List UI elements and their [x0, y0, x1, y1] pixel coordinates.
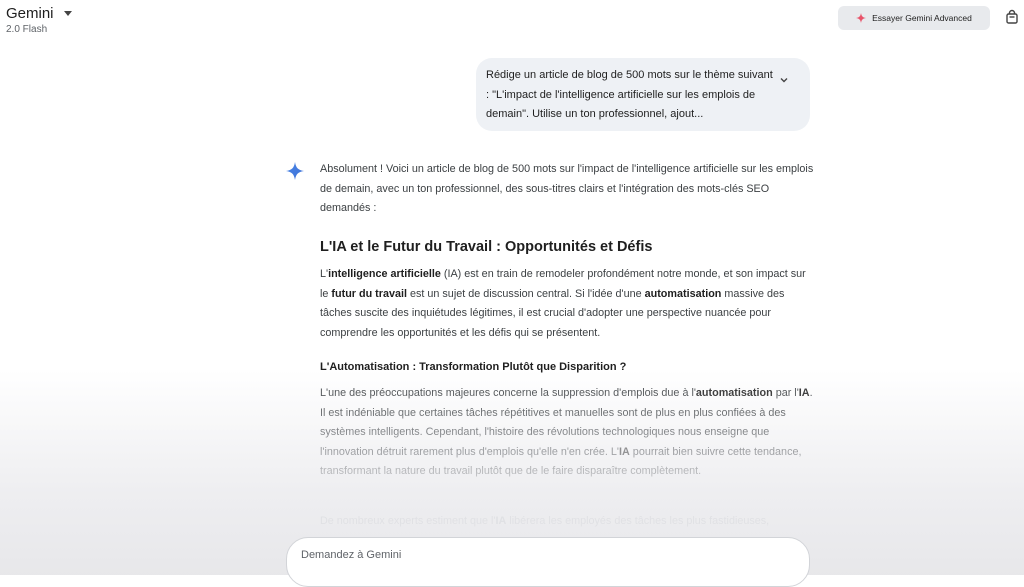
- p2-bold: automatisation: [695, 387, 773, 399]
- paragraph-1: L'intelligence artificielle (IA) est en …: [320, 265, 815, 343]
- p1-bold: intelligence artificielle: [328, 268, 441, 280]
- article-heading: L'IA et le Futur du Travail : Opportunit…: [320, 239, 653, 255]
- p2-bold: IA: [798, 387, 810, 399]
- paragraph-3: De nombreux experts estiment que l'IA li…: [320, 512, 815, 532]
- prompt-input[interactable]: [299, 548, 783, 562]
- p1-text: L': [320, 268, 329, 280]
- intro-text: Absolument ! Voici un article de blog de…: [320, 163, 814, 214]
- user-prompt-text: Rédige un article de blog de 500 mots su…: [486, 69, 773, 120]
- try-advanced-label: Essayer Gemini Advanced: [872, 13, 972, 23]
- paragraph-2: L'une des préoccupations majeures concer…: [320, 384, 815, 482]
- try-advanced-button[interactable]: Essayer Gemini Advanced: [838, 6, 990, 30]
- p1-bold: automatisation: [644, 287, 722, 300]
- app-name: Gemini: [6, 5, 54, 22]
- p3-text: libérera les employés des tâches les plu…: [506, 515, 770, 527]
- model-selector[interactable]: Gemini: [6, 5, 72, 23]
- top-bar: Gemini 2.0 Flash Essayer Gemini Advanced: [0, 0, 1024, 44]
- p1-text: est un sujet de discussion central. Si l…: [407, 287, 645, 300]
- gemini-sparkle-icon: [286, 162, 304, 180]
- prompt-input-box[interactable]: [286, 537, 810, 587]
- model-name: 2.0 Flash: [6, 24, 48, 35]
- sparkle-icon: [856, 13, 867, 23]
- p2-bold: IA: [619, 445, 630, 458]
- shopping-bag-icon[interactable]: [1004, 9, 1020, 25]
- chevron-down-icon: [63, 11, 72, 17]
- p3-text: De nombreux experts estiment que l': [320, 515, 496, 527]
- p3-bold: IA: [495, 515, 507, 527]
- expand-chevron-icon[interactable]: [779, 72, 789, 83]
- response-intro: Absolument ! Voici un article de blog de…: [320, 160, 815, 220]
- p2-text: par l': [772, 387, 799, 399]
- p2-text: L'une des préoccupations majeures concer…: [320, 387, 696, 399]
- section-heading: L'Automatisation : Transformation Plutôt…: [320, 361, 627, 373]
- p1-bold: futur du travail: [331, 287, 407, 300]
- user-prompt-bubble: Rédige un article de blog de 500 mots su…: [476, 58, 810, 131]
